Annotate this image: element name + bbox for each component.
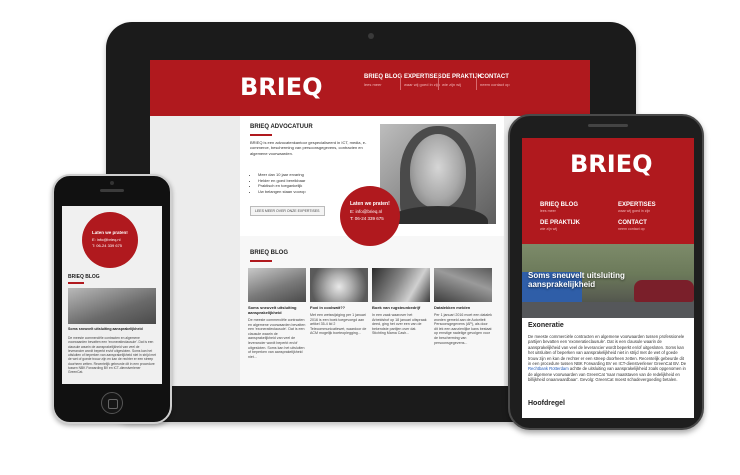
blog-card-text: De meeste commerciële contracten en alge… — [68, 336, 156, 375]
site-header: BRIEQ BRIEQ BLOG lees meer EXPERTISES wa… — [150, 60, 590, 116]
road — [522, 302, 694, 318]
blog-card[interactable]: Boek van rugsteunbedrijf In een zaak waa… — [372, 268, 430, 386]
nav-contact-sub: neem contact op — [480, 82, 510, 87]
blog-card-text: De meeste commerciële contracten en alge… — [248, 318, 306, 359]
contact-title: Laten we praten! — [350, 201, 390, 207]
tablet-camera — [368, 33, 374, 39]
nav-blog[interactable]: BRIEQ BLOG lees meer — [540, 202, 578, 213]
hero-image: Soms sneuvelt uitsluiting aansprakelijkh… — [522, 244, 694, 318]
hero-title: Soms sneuvelt uitsluiting aansprakelijkh… — [528, 271, 625, 289]
blog-card-text: In een zaak waarover het Arbeidshof op 1… — [372, 313, 427, 336]
blog-card-title[interactable]: Soms sneuvelt uitsluiting aansprakelijkh… — [68, 327, 143, 331]
title-underline — [68, 282, 84, 284]
contact-circle[interactable]: Laten we praten! E: info@brieq.nl T: 06-… — [340, 186, 400, 246]
blog-card-title[interactable]: Datalekken melden — [434, 305, 492, 310]
nav-contact-label: CONTACT — [618, 220, 647, 226]
nav-blog-label: BRIEQ BLOG — [540, 202, 579, 208]
title-underline — [250, 134, 272, 136]
contact-email[interactable]: E: info@brieq.nl — [350, 209, 382, 214]
blog-card-title[interactable]: Soms sneuvelt uitsluiting aansprakelijkh… — [248, 305, 306, 315]
blog-card[interactable]: Soms sneuvelt uitsluiting aansprakelijkh… — [248, 268, 306, 386]
blog-card-title[interactable]: Boek van rugsteunbedrijf — [372, 305, 430, 310]
contact-circle[interactable]: Laten we praten! E: info@brieq.nl T: 06-… — [82, 212, 138, 268]
brieq-logo[interactable]: BRIEQ — [570, 150, 653, 178]
blog-card-image[interactable] — [372, 268, 430, 302]
contact-phone[interactable]: T: 06-24 339 675 — [92, 243, 122, 248]
article-text-part: De meeste commerciële contracten en alge… — [528, 334, 687, 367]
nav-contact-label: CONTACT — [480, 74, 509, 80]
nav-divider — [438, 74, 439, 90]
blog-section: BRIEQ BLOG Soms sneuvelt uitsluiting aan… — [240, 236, 504, 386]
nav-praktijk-label: DE PRAKTIJK — [540, 220, 581, 226]
nav-blog[interactable]: BRIEQ BLOG lees meer — [364, 74, 402, 87]
nav-blog-sub: lees meer — [364, 82, 382, 87]
nav-expertises[interactable]: EXPERTISES waar wij goed in zijn — [618, 202, 656, 213]
title-underline — [250, 260, 272, 262]
iphone-screen: Laten we praten! E: info@brieq.nl T: 06-… — [62, 206, 162, 384]
blog-title: BRIEQ BLOG — [250, 250, 289, 256]
android-device: BRIEQ BRIEQ BLOG lees meer EXPERTISES wa… — [508, 114, 704, 430]
nav-praktijk[interactable]: DE PRAKTIJK wie zijn wij — [540, 220, 580, 231]
blog-card-image[interactable] — [434, 268, 492, 302]
phone-camera — [110, 181, 114, 185]
about-text: BRIEQ is een advocatenkantoor gespeciali… — [250, 140, 367, 156]
rechtbank-link[interactable]: Rechtbank Rotterdam — [528, 366, 569, 371]
blog-title: BRIEQ BLOG — [68, 274, 100, 280]
section-title: Exoneratie — [528, 322, 564, 329]
nav-divider — [400, 74, 401, 90]
nav-blog-sub: lees meer — [540, 209, 556, 213]
iphone-device: Laten we praten! E: info@brieq.nl T: 06-… — [52, 174, 172, 424]
home-button[interactable] — [101, 392, 123, 414]
nav-expertises-sub: waar wij goed in zijn — [618, 209, 651, 213]
nav-contact[interactable]: CONTACT neem contact op — [480, 74, 510, 87]
blog-card-text: Per 1 januari 2016 moet een datalek word… — [434, 313, 492, 345]
subheading: Hoofdregel — [528, 400, 565, 407]
site-header: BRIEQ BRIEQ BLOG lees meer EXPERTISES wa… — [522, 138, 694, 244]
phone-speaker — [100, 189, 124, 192]
blog-card-image[interactable] — [68, 288, 156, 324]
nav-divider — [476, 74, 477, 90]
nav-expertises-label: EXPERTISES — [404, 74, 442, 80]
blog-card[interactable]: Foxi in coolwatt?? Met een wetswijziging… — [310, 268, 368, 386]
android-screen: BRIEQ BRIEQ BLOG lees meer EXPERTISES wa… — [522, 138, 694, 418]
contact-email[interactable]: E: info@brieq.nl — [92, 237, 121, 242]
brieq-logo[interactable]: BRIEQ — [240, 73, 323, 101]
nav-expertises-label: EXPERTISES — [618, 202, 656, 208]
nav-blog-label: BRIEQ BLOG — [364, 74, 403, 80]
nav-expertises[interactable]: EXPERTISES waar wij goed in zijn — [404, 74, 442, 87]
blog-card-text: Met een wetswijziging per 1 januari 2016… — [310, 313, 367, 336]
nav-praktijk-sub: wie zijn wij — [540, 227, 557, 231]
blog-card-image[interactable] — [248, 268, 306, 302]
article-text: De meeste commerciële contracten en alge… — [528, 334, 688, 383]
nav-contact-sub: neem contact op — [618, 227, 645, 231]
expertises-button[interactable]: LEES MEER OVER ONZE EXPERTISES — [250, 206, 325, 216]
phone-speaker — [588, 124, 628, 127]
blog-card[interactable]: Datalekken melden Per 1 januari 2016 moe… — [434, 268, 492, 386]
contact-phone[interactable]: T: 06-24 339 675 — [350, 216, 384, 221]
nav-contact[interactable]: CONTACT neem contact op — [618, 220, 647, 231]
about-title: BRIEQ ADVOCATUUR — [250, 124, 313, 130]
nav-expertises-sub: waar wij goed in zijn — [404, 82, 440, 87]
blog-card-title[interactable]: Foxi in coolwatt?? — [310, 305, 368, 310]
contact-title: Laten we praten! — [92, 230, 128, 235]
blog-card-image[interactable] — [310, 268, 368, 302]
